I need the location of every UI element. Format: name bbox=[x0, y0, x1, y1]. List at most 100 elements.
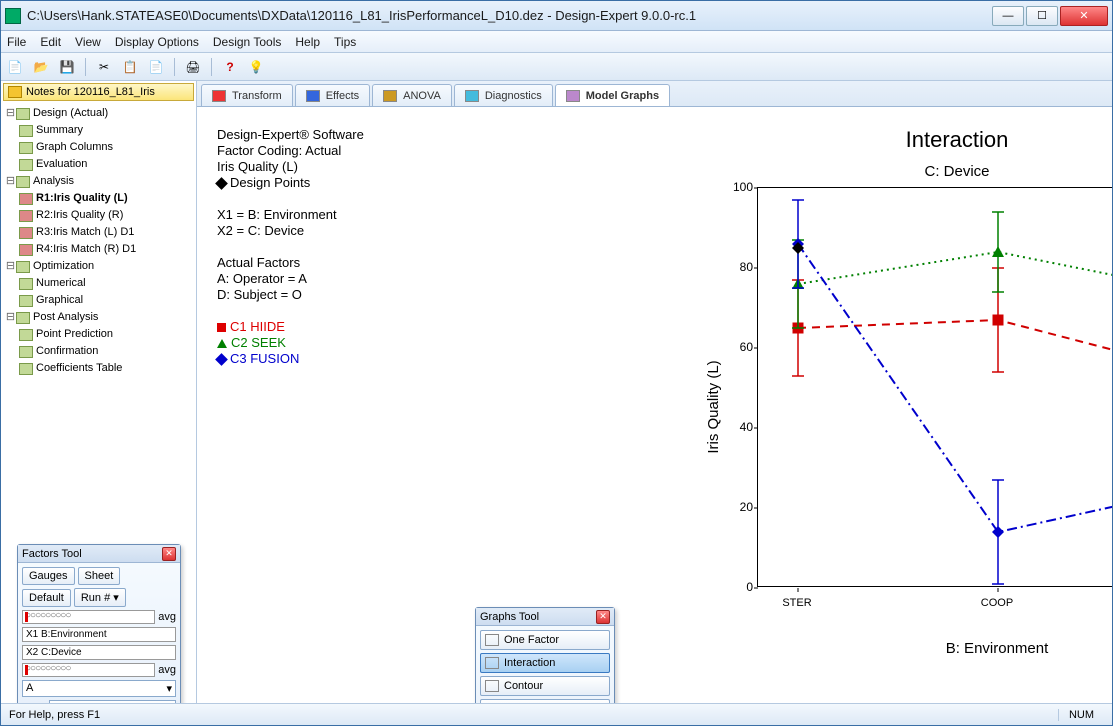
tree-r4[interactable]: R4:Iris Match (R) D1 bbox=[36, 241, 136, 258]
chart: Interaction C: Device Iris Quality (L) B… bbox=[697, 127, 1112, 687]
close-button[interactable]: ✕ bbox=[1060, 6, 1108, 26]
minimize-button[interactable]: — bbox=[992, 6, 1024, 26]
plot-svg bbox=[758, 188, 1112, 588]
x1-field[interactable]: X1 B:Environment bbox=[22, 627, 176, 642]
x-tick: STER bbox=[782, 597, 811, 609]
y-tick: 40 bbox=[727, 420, 753, 434]
factors-tool-panel[interactable]: Factors Tool ✕ Gauges Sheet Default Run … bbox=[17, 544, 181, 703]
subject-slider[interactable] bbox=[22, 663, 155, 677]
effects-icon bbox=[306, 90, 320, 102]
avg-label-1: avg bbox=[158, 611, 176, 623]
menu-file[interactable]: File bbox=[7, 35, 26, 49]
x-axis-label: B: Environment bbox=[757, 640, 1112, 657]
graph-type-icon bbox=[485, 680, 499, 692]
info-a: A: Operator = A bbox=[217, 271, 364, 287]
open-icon[interactable]: 📂 bbox=[31, 57, 51, 77]
info-x2: X2 = C: Device bbox=[217, 223, 364, 239]
tree-post-analysis[interactable]: Post Analysis bbox=[33, 309, 98, 326]
gauges-tab[interactable]: Gauges bbox=[22, 567, 75, 585]
info-design-points: Design Points bbox=[230, 175, 310, 190]
tree-r2[interactable]: R2:Iris Quality (R) bbox=[36, 207, 123, 224]
tree-graphical[interactable]: Graphical bbox=[36, 292, 83, 309]
default-button[interactable]: Default bbox=[22, 589, 71, 607]
factors-tool-title: Factors Tool bbox=[22, 548, 82, 560]
graphs-tool-panel[interactable]: Graphs Tool ✕ One Factor Interaction Conto… bbox=[475, 607, 615, 703]
diamond-marker-icon bbox=[215, 353, 228, 366]
save-icon[interactable]: 💾 bbox=[57, 57, 77, 77]
tree-graph-columns[interactable]: Graph Columns bbox=[36, 139, 113, 156]
tree-numerical[interactable]: Numerical bbox=[36, 275, 86, 292]
tree-r1[interactable]: R1:Iris Quality (L) bbox=[36, 190, 128, 207]
tree-evaluation[interactable]: Evaluation bbox=[36, 156, 87, 173]
tips-icon[interactable]: 💡 bbox=[246, 57, 266, 77]
run-number-button[interactable]: Run # ▾ bbox=[74, 588, 126, 607]
notes-bar[interactable]: Notes for 120116_L81_Iris bbox=[3, 83, 194, 101]
toolbar: 📄 📂 💾 ✂ 📋 📄 🖨 ? 💡 bbox=[1, 53, 1112, 81]
graphs-tool-title: Graphs Tool bbox=[480, 611, 539, 623]
sheet-tab[interactable]: Sheet bbox=[78, 567, 121, 585]
new-icon[interactable]: 📄 bbox=[5, 57, 25, 77]
maximize-button[interactable]: ☐ bbox=[1026, 6, 1058, 26]
print-icon[interactable]: 🖨 bbox=[183, 57, 203, 77]
operator-slider[interactable] bbox=[22, 610, 155, 624]
legend-c3: C3 FUSION bbox=[230, 351, 299, 366]
select-a[interactable]: A ▾ bbox=[22, 680, 176, 697]
select-term[interactable]: BC ▾ bbox=[49, 700, 176, 703]
triangle-marker-icon bbox=[217, 339, 227, 348]
tree-summary[interactable]: Summary bbox=[36, 122, 83, 139]
y-axis-label: Iris Quality (L) bbox=[705, 360, 722, 453]
copy-icon[interactable]: 📋 bbox=[120, 57, 140, 77]
info-d: D: Subject = O bbox=[217, 287, 364, 303]
titlebar: C:\Users\Hank.STATEASE0\Documents\DXData… bbox=[1, 1, 1112, 31]
menu-design-tools[interactable]: Design Tools bbox=[213, 35, 281, 49]
graph-type-icon bbox=[485, 634, 499, 646]
y-tick: 20 bbox=[727, 500, 753, 514]
nav-tree: ⊟Design (Actual) Summary Graph Columns E… bbox=[1, 103, 196, 379]
menu-view[interactable]: View bbox=[75, 35, 101, 49]
menu-edit[interactable]: Edit bbox=[40, 35, 61, 49]
status-help: For Help, press F1 bbox=[9, 709, 100, 721]
tab-transform[interactable]: Transform bbox=[201, 84, 293, 106]
tab-anova[interactable]: ANOVA bbox=[372, 84, 452, 106]
transform-icon bbox=[212, 90, 226, 102]
help-icon[interactable]: ? bbox=[220, 57, 240, 77]
tab-model-graphs[interactable]: Model Graphs bbox=[555, 84, 670, 106]
anova-icon bbox=[383, 90, 397, 102]
info-block: Design-Expert® Software Factor Coding: A… bbox=[217, 127, 364, 367]
info-actual-factors: Actual Factors bbox=[217, 255, 364, 271]
folder-icon bbox=[8, 86, 22, 98]
tree-point-prediction[interactable]: Point Prediction bbox=[36, 326, 113, 343]
legend-c2: C2 SEEK bbox=[231, 335, 286, 350]
tree-design[interactable]: Design (Actual) bbox=[33, 105, 108, 122]
square-marker-icon bbox=[217, 323, 226, 332]
graphs-tool-pred-vs-actual[interactable]: Pred. vs. Actual bbox=[480, 699, 610, 703]
graphs-tool-one-factor[interactable]: One Factor bbox=[480, 630, 610, 650]
design-point-icon bbox=[215, 177, 228, 190]
info-response: Iris Quality (L) bbox=[217, 159, 364, 175]
legend-c1: C1 HIIDE bbox=[230, 319, 285, 334]
status-bar: For Help, press F1 NUM bbox=[1, 703, 1112, 725]
y-tick: 80 bbox=[727, 260, 753, 274]
tree-r3[interactable]: R3:Iris Match (L) D1 bbox=[36, 224, 134, 241]
x2-field[interactable]: X2 C:Device bbox=[22, 645, 176, 660]
menu-help[interactable]: Help bbox=[295, 35, 320, 49]
graphs-tool-interaction[interactable]: Interaction bbox=[480, 653, 610, 673]
tab-effects[interactable]: Effects bbox=[295, 84, 370, 106]
tree-confirmation[interactable]: Confirmation bbox=[36, 343, 98, 360]
menu-tips[interactable]: Tips bbox=[334, 35, 356, 49]
info-coding: Factor Coding: Actual bbox=[217, 143, 364, 159]
cut-icon[interactable]: ✂ bbox=[94, 57, 114, 77]
menu-display-options[interactable]: Display Options bbox=[115, 35, 199, 49]
term-label: Term bbox=[22, 703, 46, 704]
tree-coef-table[interactable]: Coefficients Table bbox=[36, 360, 122, 377]
tab-strip: Transform Effects ANOVA Diagnostics Mode… bbox=[197, 81, 1112, 107]
graphs-tool-contour[interactable]: Contour bbox=[480, 676, 610, 696]
tree-analysis[interactable]: Analysis bbox=[33, 173, 74, 190]
paste-icon[interactable]: 📄 bbox=[146, 57, 166, 77]
tree-optimization[interactable]: Optimization bbox=[33, 258, 94, 275]
window-title: C:\Users\Hank.STATEASE0\Documents\DXData… bbox=[27, 8, 992, 23]
x-tick: COOP bbox=[981, 597, 1013, 609]
graphs-tool-close-icon[interactable]: ✕ bbox=[596, 610, 610, 624]
factors-tool-close-icon[interactable]: ✕ bbox=[162, 547, 176, 561]
tab-diagnostics[interactable]: Diagnostics bbox=[454, 84, 553, 106]
